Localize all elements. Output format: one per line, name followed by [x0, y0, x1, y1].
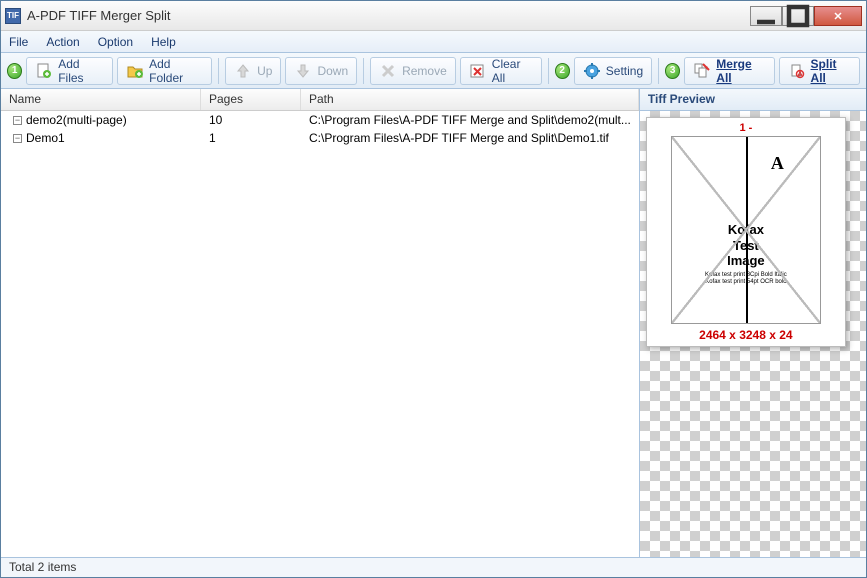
preview-card: 1 - A KofaxTestImage Kofax test print 3C…: [646, 117, 846, 347]
cell-pages: 1: [201, 130, 301, 146]
grid-body[interactable]: −demo2(multi-page) 10C:\Program Files\A-P…: [1, 111, 639, 557]
remove-icon: [379, 62, 397, 80]
menu-action[interactable]: Action: [46, 35, 79, 49]
toolbar-separator: [363, 58, 364, 84]
toolbar-separator: [218, 58, 219, 84]
toolbar: 1 Add Files Add Folder Up Down Remove Cl…: [1, 53, 866, 89]
menu-option[interactable]: Option: [98, 35, 133, 49]
menu-bar: File Action Option Help: [1, 31, 866, 53]
add-files-button[interactable]: Add Files: [26, 57, 113, 85]
arrow-down-icon: [294, 62, 312, 80]
preview-doc-text: KofaxTestImage: [672, 222, 820, 269]
move-up-button[interactable]: Up: [225, 57, 281, 85]
merge-all-label: Merge All: [716, 57, 765, 85]
file-list-panel: Name Pages Path −demo2(multi-page) 10C:\P…: [1, 89, 640, 557]
window-title: A-PDF TIFF Merger Split: [27, 8, 750, 23]
cell-name: demo2(multi-page): [26, 113, 127, 127]
title-bar: TIF A-PDF TIFF Merger Split: [1, 1, 866, 31]
menu-file[interactable]: File: [9, 35, 28, 49]
minimize-button[interactable]: [750, 6, 782, 26]
add-folder-button[interactable]: Add Folder: [117, 57, 212, 85]
step-3-badge: 3: [665, 63, 680, 79]
merge-all-button[interactable]: Merge All: [684, 57, 774, 85]
down-label: Down: [317, 64, 348, 78]
add-files-label: Add Files: [58, 57, 104, 85]
preview-panel: Tiff Preview 1 - A KofaxTestImage Kofax …: [640, 89, 866, 557]
clear-all-icon: [469, 62, 487, 80]
preview-title: Tiff Preview: [640, 89, 866, 111]
arrow-up-icon: [234, 62, 252, 80]
split-all-button[interactable]: Split All: [779, 57, 860, 85]
add-file-icon: [35, 62, 53, 80]
collapse-icon[interactable]: −: [13, 116, 22, 125]
menu-help[interactable]: Help: [151, 35, 176, 49]
preview-small-text: Kofax test print 3Cpi Bold ItalicKofax t…: [676, 272, 816, 286]
move-down-button[interactable]: Down: [285, 57, 357, 85]
clear-all-label: Clear All: [492, 57, 533, 85]
setting-button[interactable]: Setting: [574, 57, 652, 85]
preview-body: 1 - A KofaxTestImage Kofax test print 3C…: [640, 111, 866, 557]
merge-icon: [693, 62, 711, 80]
remove-label: Remove: [402, 64, 447, 78]
preview-divider: [746, 137, 748, 323]
toolbar-separator: [548, 58, 549, 84]
app-icon: TIF: [5, 8, 21, 24]
gear-icon: [583, 62, 601, 80]
grid-header: Name Pages Path: [1, 89, 639, 111]
clear-all-button[interactable]: Clear All: [460, 57, 542, 85]
split-icon: [788, 62, 806, 80]
work-area: Name Pages Path −demo2(multi-page) 10C:\P…: [1, 89, 866, 557]
table-row[interactable]: −demo2(multi-page) 10C:\Program Files\A-P…: [1, 111, 639, 129]
status-text: Total 2 items: [9, 560, 76, 574]
add-folder-icon: [126, 62, 144, 80]
status-bar: Total 2 items: [1, 557, 866, 577]
column-header-name[interactable]: Name: [1, 89, 201, 110]
add-folder-label: Add Folder: [149, 57, 203, 85]
cell-path: C:\Program Files\A-PDF TIFF Merge and Sp…: [301, 112, 639, 128]
up-label: Up: [257, 64, 272, 78]
toolbar-separator: [658, 58, 659, 84]
preview-dimensions: 2464 x 3248 x 24: [699, 328, 792, 342]
window-controls: [750, 6, 862, 26]
remove-button[interactable]: Remove: [370, 57, 456, 85]
column-header-pages[interactable]: Pages: [201, 89, 301, 110]
column-header-path[interactable]: Path: [301, 89, 639, 110]
cell-pages: 10: [201, 112, 301, 128]
table-row[interactable]: −Demo1 1C:\Program Files\A-PDF TIFF Merge…: [1, 129, 639, 147]
collapse-icon[interactable]: −: [13, 134, 22, 143]
preview-page-label: 1 -: [739, 122, 752, 134]
step-2-badge: 2: [555, 63, 570, 79]
cell-path: C:\Program Files\A-PDF TIFF Merge and Sp…: [301, 130, 639, 146]
preview-image[interactable]: A KofaxTestImage Kofax test print 3Cpi B…: [671, 136, 821, 324]
step-1-badge: 1: [7, 63, 22, 79]
cell-name: Demo1: [26, 131, 65, 145]
preview-letter: A: [771, 153, 784, 174]
close-button[interactable]: [814, 6, 862, 26]
setting-label: Setting: [606, 64, 643, 78]
split-all-label: Split All: [811, 57, 851, 85]
maximize-button[interactable]: [782, 6, 814, 26]
